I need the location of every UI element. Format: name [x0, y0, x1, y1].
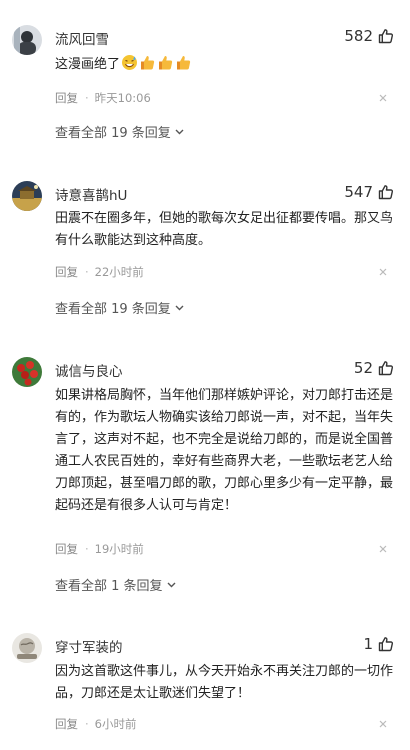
close-icon[interactable]	[378, 544, 388, 554]
comment-text: 田震不在圈多年，但她的歌每次女足出征都要传唱。那又鸟有什么歌能达到这种高度。	[55, 211, 394, 248]
view-all-replies-button[interactable]: 查看全部 19 条回复	[55, 122, 185, 141]
view-all-replies-label: 查看全部 19 条回复	[55, 126, 171, 141]
reply-button[interactable]: 回复	[55, 90, 78, 106]
sweat-smile-icon	[121, 54, 138, 79]
thumbs-up-icon	[175, 54, 192, 79]
separator-dot: ·	[85, 265, 89, 279]
separator-dot: ·	[85, 542, 89, 556]
username[interactable]: 穿寸军装的	[55, 636, 123, 656]
separator-dot: ·	[85, 717, 89, 731]
thumbs-up-icon	[139, 54, 156, 79]
separator-dot: ·	[85, 91, 89, 105]
comment-text: 这漫画绝了	[55, 54, 395, 79]
chevron-down-icon	[166, 579, 177, 590]
comment-meta: 回复 · 昨天10:06	[55, 90, 151, 106]
like-count: 547	[344, 183, 373, 201]
timestamp: 22小时前	[94, 265, 144, 279]
close-icon[interactable]	[378, 719, 388, 729]
thumbs-up-outline-icon	[378, 184, 394, 200]
comment-text: 如果讲格局胸怀，当年他们那样嫉妒评论，对刀郎打击还是有的，作为歌坛人物确实该给刀…	[55, 388, 394, 513]
chevron-down-icon	[174, 126, 185, 137]
view-all-replies-label: 查看全部 19 条回复	[55, 302, 171, 317]
reply-button[interactable]: 回复	[55, 264, 78, 280]
avatar[interactable]	[12, 181, 42, 211]
close-icon[interactable]	[378, 267, 388, 277]
view-all-replies-label: 查看全部 1 条回复	[55, 579, 163, 594]
chevron-down-icon	[174, 302, 185, 313]
comment-meta: 回复 · 19小时前	[55, 541, 144, 557]
comment-meta: 回复 · 22小时前	[55, 264, 144, 280]
like-count: 52	[353, 359, 373, 377]
like-button[interactable]: 1	[363, 635, 394, 653]
comment-text: 因为这首歌这件事儿，从今天开始永不再关注刀郎的一切作品，刀郎还是太让歌迷们失望了…	[55, 664, 394, 701]
username[interactable]: 流风回雪	[55, 28, 109, 48]
reply-button[interactable]: 回复	[55, 716, 78, 732]
reply-button[interactable]: 回复	[55, 541, 78, 557]
like-button[interactable]: 547	[344, 183, 394, 201]
thumbs-up-outline-icon	[378, 636, 394, 652]
thumbs-up-outline-icon	[378, 360, 394, 376]
timestamp: 19小时前	[94, 542, 144, 556]
view-all-replies-button[interactable]: 查看全部 1 条回复	[55, 575, 177, 594]
thumbs-up-icon	[157, 54, 174, 79]
like-button[interactable]: 582	[344, 27, 394, 45]
username[interactable]: 诗意喜鹊hU	[55, 184, 127, 204]
avatar[interactable]	[12, 25, 42, 55]
avatar[interactable]	[12, 633, 42, 663]
comment-text-content: 这漫画绝了	[55, 57, 121, 72]
timestamp: 昨天10:06	[94, 91, 151, 105]
view-all-replies-button[interactable]: 查看全部 19 条回复	[55, 298, 185, 317]
like-count: 1	[363, 635, 373, 653]
thumbs-up-outline-icon	[378, 28, 394, 44]
like-count: 582	[344, 27, 373, 45]
close-icon[interactable]	[378, 93, 388, 103]
timestamp: 6小时前	[94, 717, 137, 731]
username[interactable]: 诚信与良心	[55, 360, 123, 380]
like-button[interactable]: 52	[354, 359, 394, 377]
comment-meta: 回复 · 6小时前	[55, 716, 136, 732]
avatar[interactable]	[12, 357, 42, 387]
